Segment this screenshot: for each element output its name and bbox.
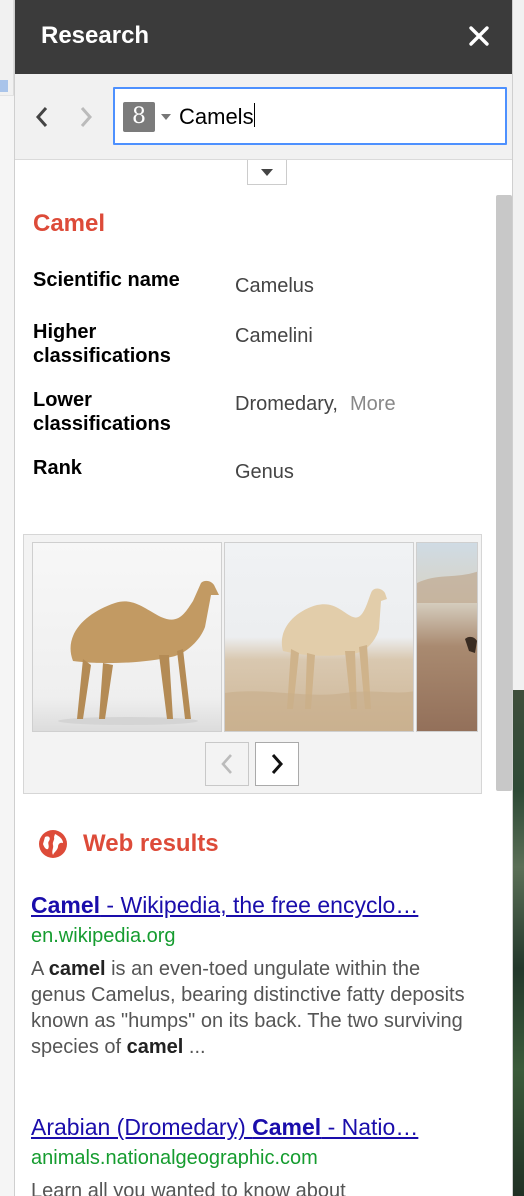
camel-image-2[interactable] <box>224 542 414 732</box>
search-input[interactable]: 8 Camels <box>113 87 507 145</box>
fact-value: Dromedary, More <box>235 392 396 416</box>
panel-title: Research <box>41 22 150 49</box>
carousel-prev-icon[interactable] <box>205 742 249 786</box>
result-title-link[interactable]: Arabian (Dromedary) Camel - Natio… <box>31 1112 471 1142</box>
fact-value: Genus <box>235 461 294 483</box>
result-url: animals.nationalgeographic.com <box>31 1147 318 1169</box>
web-result-1: Camel - Wikipedia, the free encyclo… en.… <box>31 890 471 1060</box>
fact-row-rank: Rank Genus <box>33 456 483 496</box>
result-snippet: Learn all you wanted to know about <box>31 1180 346 1196</box>
document-edge-left <box>0 0 14 1196</box>
camel-image-3[interactable] <box>416 542 478 732</box>
fact-value-text[interactable]: Dromedary, <box>235 393 338 415</box>
panel-header: Research <box>15 0 512 74</box>
text-cursor <box>253 103 255 127</box>
research-panel: Research 8 Camels Camel Scientific name … <box>14 0 513 1196</box>
fact-value: Camelus <box>235 275 314 297</box>
fact-row-scientific-name: Scientific name Camelus <box>33 268 483 308</box>
dropdown-caret-icon[interactable] <box>161 114 171 120</box>
fact-row-lower-classifications: Lower classifications Dromedary, More <box>33 388 483 444</box>
result-title-link[interactable]: Camel - Wikipedia, the free encyclo… <box>31 890 471 920</box>
web-result-2: Arabian (Dromedary) Camel - Natio… anima… <box>31 1112 471 1196</box>
web-results-header: Web results <box>37 826 219 862</box>
globe-icon <box>39 830 67 858</box>
fact-value: Camelini <box>235 325 313 347</box>
google-search-icon[interactable]: 8 <box>123 102 155 132</box>
search-query[interactable]: Camels <box>179 101 255 133</box>
fact-key: Rank <box>33 457 82 479</box>
fact-key: Higher classifications <box>33 321 171 367</box>
more-link[interactable]: More <box>350 393 396 415</box>
fact-key: Lower classifications <box>33 389 171 435</box>
search-bar: 8 Camels <box>15 74 512 160</box>
carousel-next-icon[interactable] <box>255 742 299 786</box>
fact-key: Scientific name <box>33 269 180 291</box>
result-url: en.wikipedia.org <box>31 925 176 947</box>
collapse-toggle-button[interactable] <box>247 160 287 185</box>
document-canvas-edge <box>0 95 14 1196</box>
scrollbar-thumb[interactable] <box>496 195 512 791</box>
ruler-marker <box>0 80 8 92</box>
document-edge-right <box>513 0 524 1196</box>
back-arrow-icon[interactable] <box>27 102 57 132</box>
fact-row-higher-classifications: Higher classifications Camelini <box>33 320 483 376</box>
image-carousel <box>23 534 482 794</box>
knowledge-card-title[interactable]: Camel <box>33 210 105 238</box>
camel-image-1[interactable] <box>32 542 222 732</box>
close-icon[interactable] <box>467 24 491 48</box>
web-results-label: Web results <box>83 830 219 857</box>
result-snippet: A camel is an even-toed ungulate within … <box>31 958 465 1058</box>
background-image-edge <box>513 690 524 1196</box>
forward-arrow-icon[interactable] <box>71 102 101 132</box>
